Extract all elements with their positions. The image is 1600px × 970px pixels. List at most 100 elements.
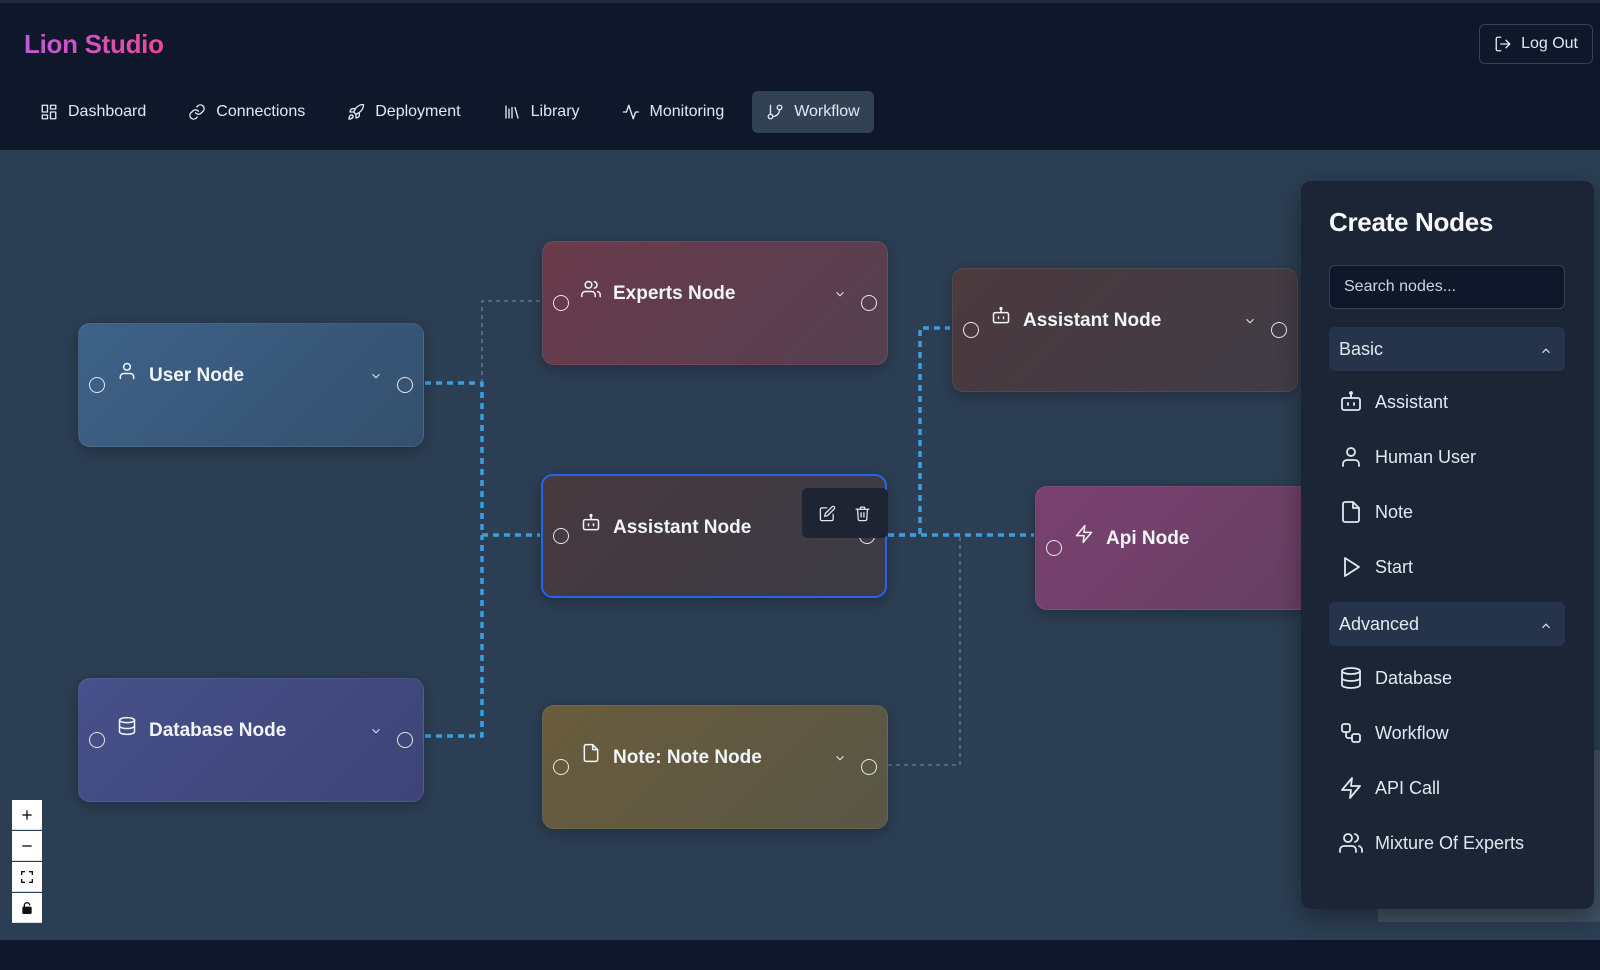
section-basic[interactable]: Basic: [1329, 327, 1565, 371]
note-node[interactable]: Note: Note Node: [542, 705, 888, 829]
library-icon: [504, 105, 519, 119]
app-header: Lion Studio Log Out Dashboard Connection…: [0, 3, 1600, 150]
palette-item-label: Workflow: [1375, 722, 1449, 743]
database-node-title: Database Node: [149, 720, 287, 741]
fit-view-icon: [21, 870, 33, 883]
fit-view-button[interactable]: [12, 862, 42, 892]
user-icon: [1342, 447, 1360, 467]
nav-connections-label: Connections: [216, 103, 306, 120]
dashboard-icon: [41, 104, 57, 120]
user-node[interactable]: User Node: [78, 323, 424, 447]
workflow-canvas[interactable]: User Node Experts Node Assistant Node As…: [0, 150, 1600, 940]
palette-item-api-call[interactable]: API Call: [1339, 773, 1440, 803]
nav-library[interactable]: Library: [489, 91, 594, 133]
bot-icon: [581, 513, 603, 535]
logout-label: Log Out: [1521, 35, 1578, 52]
palette-item-human-user[interactable]: Human User: [1339, 442, 1476, 472]
chevron-down-icon[interactable]: [833, 287, 847, 301]
nav-deployment[interactable]: Deployment: [333, 91, 474, 133]
database-icon: [1341, 667, 1361, 689]
chevron-up-icon: [1539, 617, 1553, 631]
nav-monitoring-label: Monitoring: [649, 103, 725, 120]
logout-icon: [1495, 36, 1511, 52]
experts-node[interactable]: Experts Node: [542, 241, 888, 365]
chevron-down-icon[interactable]: [369, 369, 383, 383]
nav-connections[interactable]: Connections: [174, 91, 319, 133]
zoom-out-button[interactable]: [12, 831, 42, 861]
zoom-in-button[interactable]: [12, 800, 42, 830]
nav-deployment-label: Deployment: [375, 103, 461, 120]
user-node-title: User Node: [149, 365, 245, 386]
trash-icon[interactable]: [854, 505, 871, 522]
workflow-icon: [1341, 723, 1361, 743]
database-node[interactable]: Database Node: [78, 678, 424, 802]
assistant-mid-title: Assistant Node: [613, 517, 752, 538]
bottom-bar: [0, 940, 1600, 970]
zoom-in-icon: [22, 809, 32, 820]
users-icon: [581, 279, 603, 301]
chevron-down-icon[interactable]: [369, 724, 383, 738]
main-nav: Dashboard Connections Deployment Library…: [26, 91, 882, 133]
edge-user-assistant: [425, 381, 540, 537]
zoom-out-icon: [22, 844, 32, 847]
palette-item-label: Assistant: [1375, 391, 1449, 412]
palette-item-note[interactable]: Note: [1339, 497, 1413, 527]
palette-item-mixture-of-experts[interactable]: Mixture Of Experts: [1339, 828, 1524, 858]
file-icon: [581, 743, 603, 765]
git-branch-icon: [767, 104, 783, 120]
database-icon: [117, 716, 139, 738]
edge-note-thin: [888, 535, 961, 766]
api-node-title: Api Node: [1106, 528, 1190, 549]
palette-item-start[interactable]: Start: [1339, 552, 1413, 582]
section-advanced-label: Advanced: [1339, 613, 1420, 634]
play-icon: [1344, 557, 1360, 577]
edit-icon[interactable]: [819, 505, 836, 522]
palette-item-label: Human User: [1375, 446, 1477, 467]
create-nodes-panel: Create Nodes Basic Assistant Human User …: [1301, 181, 1594, 909]
chevron-up-icon: [1539, 342, 1553, 356]
assistant-top-title: Assistant Node: [1023, 310, 1162, 331]
rocket-icon: [348, 103, 365, 120]
search-nodes-input[interactable]: [1329, 265, 1565, 309]
nav-dashboard[interactable]: Dashboard: [26, 91, 160, 133]
section-basic-label: Basic: [1339, 338, 1384, 359]
app-logo[interactable]: Lion Studio: [24, 29, 164, 60]
assistant-node-top[interactable]: Assistant Node: [952, 268, 1298, 392]
panel-title: Create Nodes: [1329, 207, 1494, 237]
palette-item-label: Mixture Of Experts: [1375, 832, 1525, 853]
lock-icon: [22, 901, 32, 914]
section-advanced[interactable]: Advanced: [1329, 602, 1565, 646]
zap-icon: [1074, 524, 1096, 546]
logout-button[interactable]: Log Out: [1479, 24, 1593, 64]
experts-node-title: Experts Node: [613, 283, 736, 304]
palette-item-label: Start: [1375, 556, 1414, 577]
palette-item-label: Database: [1375, 667, 1453, 688]
user-icon: [117, 361, 139, 383]
palette-item-label: API Call: [1375, 777, 1441, 798]
zap-icon: [1341, 777, 1361, 799]
lock-button[interactable]: [12, 893, 42, 923]
chevron-down-icon[interactable]: [1243, 314, 1257, 328]
edge-assistant-assistant-top: [888, 326, 950, 537]
nav-monitoring[interactable]: Monitoring: [608, 91, 739, 133]
file-icon: [1342, 501, 1360, 523]
activity-icon: [622, 104, 639, 120]
edge-database-assistant: [425, 535, 484, 738]
nav-workflow-label: Workflow: [794, 103, 860, 120]
link-icon: [189, 104, 206, 120]
bot-icon: [991, 306, 1013, 328]
palette-item-workflow[interactable]: Workflow: [1339, 718, 1449, 748]
node-toolbar: [802, 488, 888, 538]
palette-item-label: Note: [1375, 501, 1414, 522]
palette-item-assistant[interactable]: Assistant: [1339, 387, 1448, 417]
edge-experts-thin: [481, 300, 541, 383]
nav-library-label: Library: [530, 103, 580, 120]
nav-workflow[interactable]: Workflow: [752, 91, 874, 133]
palette-item-database[interactable]: Database: [1339, 663, 1452, 693]
chevron-down-icon[interactable]: [833, 751, 847, 765]
nav-dashboard-label: Dashboard: [68, 103, 147, 120]
note-node-title: Note: Note Node: [613, 747, 762, 768]
users-icon: [1339, 833, 1363, 853]
canvas-controls: [12, 800, 42, 924]
bot-icon: [1341, 391, 1361, 411]
